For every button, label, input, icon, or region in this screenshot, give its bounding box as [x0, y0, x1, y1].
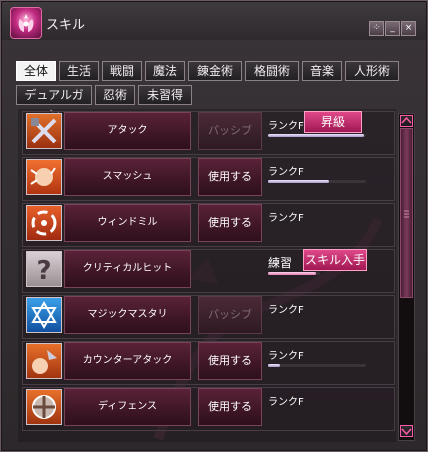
tab-music[interactable]: 音楽: [302, 61, 342, 81]
attack-icon: [26, 113, 62, 149]
tab-all[interactable]: 全体: [16, 61, 56, 81]
skill-row-windmill[interactable]: ウィンドミル 使用する ランクF: [18, 201, 396, 247]
tab-combat[interactable]: 戦闘: [102, 61, 142, 81]
tab-alchemy[interactable]: 錬金術: [188, 61, 242, 81]
category-tabs-row-2: デュアルガン 忍術 未習得: [16, 85, 195, 121]
acquire-skill-button[interactable]: スキル入手: [303, 249, 367, 271]
skill-name-button[interactable]: カウンターアタック: [64, 342, 191, 380]
passive-button: パッシブ: [198, 112, 262, 150]
mini-mode-button[interactable]: ⁘: [369, 21, 384, 36]
tab-dual-gun[interactable]: デュアルガン: [16, 85, 92, 121]
use-button[interactable]: 使用する: [198, 388, 262, 426]
rank-label: ランクF: [268, 351, 304, 362]
tab-martial-arts[interactable]: 格闘術: [245, 61, 299, 81]
rank-progress-fill: [268, 134, 365, 137]
skill-window: スキル ⁘ _ × 全体 生活 戦闘 魔法 錬金術 格闘術 音楽 人形術 デュア…: [0, 0, 428, 452]
windmill-icon: [26, 205, 62, 241]
skill-window-icon: [10, 7, 42, 39]
skill-row-magic-mastery[interactable]: マジックマスタリ パッシブ ランクF: [18, 293, 396, 339]
unknown-icon: ?: [26, 251, 62, 287]
category-tabs-row-1: 全体 生活 戦闘 魔法 錬金術 格闘術 音楽 人形術: [16, 61, 402, 81]
use-button[interactable]: 使用する: [198, 204, 262, 242]
use-button[interactable]: 使用する: [198, 158, 262, 196]
rank-progress-bar: [268, 364, 366, 367]
tab-life[interactable]: 生活: [59, 61, 99, 81]
skill-name-button[interactable]: スマッシュ: [64, 158, 191, 196]
rank-progress-fill: [268, 272, 316, 275]
passive-button: パッシブ: [198, 296, 262, 334]
rank-progress-bar: [268, 180, 366, 183]
skill-row-smash[interactable]: スマッシュ 使用する ランクF: [18, 155, 396, 201]
skill-row-counter-attack[interactable]: カウンターアタック 使用する ランクF: [18, 339, 396, 385]
titlebar[interactable]: スキル ⁘ _ ×: [2, 2, 426, 40]
skill-row-attack[interactable]: アタック パッシブ ランクF 昇級: [18, 109, 396, 155]
minimize-button[interactable]: _: [385, 21, 400, 36]
rank-progress-fill: [268, 364, 280, 367]
skill-name-button[interactable]: アタック: [64, 112, 191, 150]
rank-label: ランクF: [268, 213, 304, 224]
rank-label: ランクF: [268, 121, 304, 132]
rank-progress-bar: [268, 134, 366, 137]
skill-name-button[interactable]: ウィンドミル: [64, 204, 191, 242]
close-button[interactable]: ×: [401, 21, 416, 36]
rank-progress-bar: [268, 272, 320, 275]
scroll-down-arrow-icon[interactable]: [400, 425, 413, 437]
hexagram-icon: [26, 297, 62, 333]
rank-up-button[interactable]: 昇級: [304, 111, 362, 133]
svg-text:?: ?: [36, 256, 51, 286]
skill-list-scrollbar[interactable]: [398, 113, 415, 441]
shield-icon: [26, 389, 62, 425]
use-button[interactable]: 使用する: [198, 342, 262, 380]
skill-list: アタック パッシブ ランクF 昇級 スマッシュ 使用する ランクF ウィンドミル…: [18, 109, 396, 442]
skill-name-button[interactable]: マジックマスタリ: [64, 296, 191, 334]
skill-name-button[interactable]: クリティカルヒット: [64, 250, 191, 288]
counter-icon: [26, 343, 62, 379]
skill-name-button[interactable]: ディフェンス: [64, 388, 191, 426]
rank-progress-fill: [268, 180, 329, 183]
skill-row-defense[interactable]: ディフェンス 使用する ランクF: [18, 385, 396, 431]
tab-unlearned[interactable]: 未習得: [138, 85, 192, 105]
window-title: スキル: [46, 18, 86, 33]
rank-label: ランクF: [268, 305, 304, 316]
smash-icon: [26, 159, 62, 195]
rank-label: ランクF: [268, 167, 304, 178]
scroll-up-arrow-icon[interactable]: [400, 115, 413, 127]
rank-label: ランクF: [268, 397, 304, 408]
rank-label: 練習: [268, 256, 293, 270]
tab-magic[interactable]: 魔法: [145, 61, 185, 81]
tab-ninjutsu[interactable]: 忍術: [95, 85, 135, 105]
skill-row-critical-hit[interactable]: ? クリティカルヒット 練習 スキル入手: [18, 247, 396, 293]
tab-puppetry[interactable]: 人形術: [345, 61, 399, 81]
scroll-thumb[interactable]: [400, 128, 413, 298]
